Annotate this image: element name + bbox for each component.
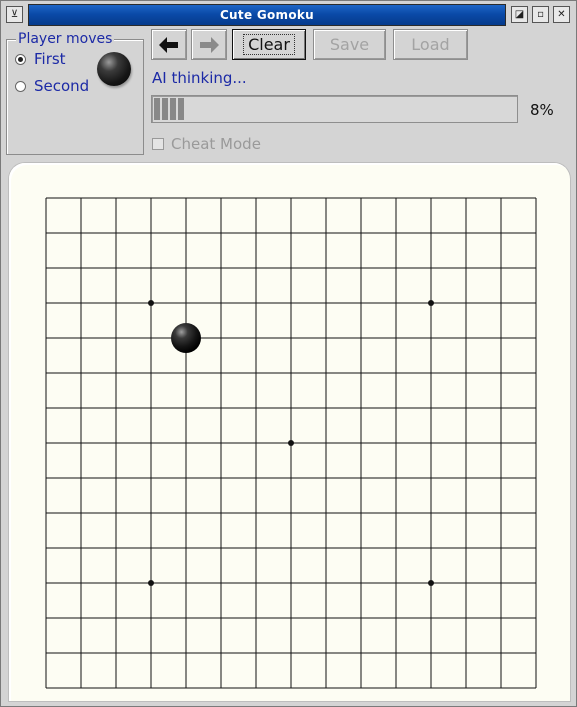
window-title: Cute Gomoku	[28, 4, 506, 26]
app-window: ⊻ Cute Gomoku ◪ ▫ ✕ Player moves First S…	[0, 0, 577, 707]
title-bar[interactable]: ⊻ Cute Gomoku ◪ ▫ ✕	[3, 4, 574, 26]
progress-segment	[154, 98, 160, 120]
arrow-right-icon	[200, 37, 219, 53]
progress-percent: 8%	[530, 101, 554, 119]
minimize-icon[interactable]: ▫	[532, 6, 549, 23]
star-point	[428, 580, 434, 586]
radio-second-label: Second	[34, 77, 90, 95]
save-button[interactable]: Save	[313, 29, 386, 60]
radio-unselected-icon[interactable]	[15, 80, 26, 92]
player-moves-title: Player moves	[16, 31, 115, 47]
cheat-mode-label: Cheat Mode	[171, 135, 261, 153]
arrow-left-icon	[159, 37, 178, 53]
checkbox-icon[interactable]	[152, 138, 164, 150]
save-button-label: Save	[329, 35, 370, 54]
radio-selected-icon[interactable]	[15, 53, 26, 65]
progress-segment	[170, 98, 176, 120]
ai-progress-bar	[151, 95, 518, 123]
game-board[interactable]	[9, 163, 570, 701]
load-button[interactable]: Load	[393, 29, 468, 60]
star-point	[288, 440, 294, 446]
star-point	[428, 300, 434, 306]
window-menu-icon[interactable]: ⊻	[6, 6, 23, 23]
load-button-label: Load	[411, 35, 450, 54]
progress-segment	[162, 98, 168, 120]
maximize-icon[interactable]: ◪	[511, 6, 528, 23]
progress-fill	[154, 98, 186, 120]
ai-status-text: AI thinking...	[152, 69, 247, 87]
star-point	[148, 580, 154, 586]
clear-button-label: Clear	[243, 34, 295, 55]
radio-first-label: First	[34, 50, 66, 68]
radio-second[interactable]: Second	[15, 77, 89, 95]
cheat-mode-checkbox[interactable]: Cheat Mode	[152, 135, 261, 153]
clear-button[interactable]: Clear	[232, 29, 306, 60]
redo-button[interactable]	[191, 29, 227, 60]
player-moves-group: Player moves First Second	[6, 31, 144, 155]
close-icon[interactable]: ✕	[553, 6, 570, 23]
undo-button[interactable]	[151, 29, 187, 60]
game-board-panel[interactable]	[9, 163, 570, 701]
player-stone-icon	[97, 52, 131, 86]
progress-segment	[178, 98, 184, 120]
star-point	[148, 300, 154, 306]
stone-black	[171, 323, 201, 353]
radio-first[interactable]: First	[15, 50, 66, 68]
